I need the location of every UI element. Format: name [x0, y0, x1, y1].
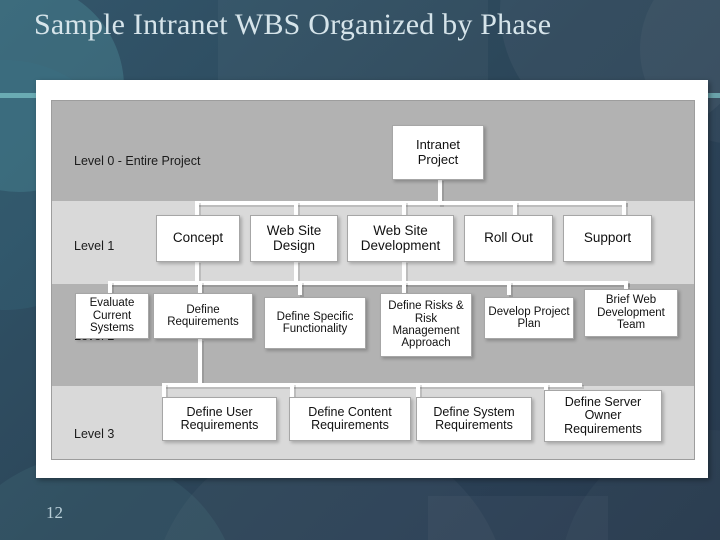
wbs-node-define-specific-functionality[interactable]: Define Specific Functionality	[264, 297, 366, 349]
wbs-node-define-content-requirements[interactable]: Define Content Requirements	[289, 397, 411, 441]
wbs-node-label: Define Requirements	[167, 303, 239, 328]
wbs-node-support[interactable]: Support	[563, 215, 652, 262]
wbs-node-label: Develop Project Plan	[488, 305, 570, 330]
wbs-node-develop-project-plan[interactable]: Develop Project Plan	[484, 297, 574, 339]
diagram-frame: Level 0 - Entire Project Level 1 Level 2…	[36, 80, 708, 478]
wbs-node-intranet-project[interactable]: Intranet Project	[392, 125, 484, 180]
wbs-node-label: Support	[583, 230, 632, 246]
level-label-level0: Level 0 - Entire Project	[74, 154, 201, 168]
wbs-node-label: Intranet Project	[415, 137, 461, 167]
wbs-node-roll-out[interactable]: Roll Out	[464, 215, 553, 262]
connector-level3-stub-3	[416, 383, 420, 397]
connector-level3-stub-1	[162, 383, 166, 397]
wbs-node-define-requirements[interactable]: Define Requirements	[153, 293, 253, 339]
level-label-level1: Level 1	[74, 239, 115, 253]
wbs-node-brief-web-development-team[interactable]: Brief Web Development Team	[584, 289, 678, 337]
background-rect-bottom	[428, 496, 608, 540]
level-band-level0	[52, 101, 694, 201]
wbs-node-label: Define Specific Functionality	[276, 310, 354, 335]
wbs-diagram: Level 0 - Entire Project Level 1 Level 2…	[51, 100, 695, 460]
wbs-node-label: Web Site Development	[360, 222, 441, 253]
slide-title: Sample Intranet WBS Organized by Phase	[34, 8, 552, 41]
wbs-node-label: Evaluate Current Systems	[89, 297, 135, 335]
connector-level2-stub-5	[507, 281, 511, 295]
wbs-node-label: Brief Web Development Team	[597, 294, 665, 332]
wbs-node-web-site-development[interactable]: Web Site Development	[347, 215, 454, 262]
connector-level2-bus	[108, 281, 628, 285]
wbs-node-define-server-owner-requirements[interactable]: Define Server Owner Requirements	[544, 390, 662, 442]
wbs-node-label: Define Content Requirements	[308, 404, 392, 432]
wbs-node-label: Roll Out	[484, 230, 533, 246]
connector-level3-stub-2	[290, 383, 294, 397]
wbs-node-label: Define System Requirements	[433, 404, 515, 432]
wbs-node-define-risks[interactable]: Define Risks & Risk Management Approach	[380, 293, 472, 357]
slide-number: 12	[46, 503, 63, 522]
wbs-node-define-system-requirements[interactable]: Define System Requirements	[416, 397, 532, 441]
wbs-node-label: Concept	[172, 230, 224, 246]
wbs-node-define-user-requirements[interactable]: Define User Requirements	[162, 397, 277, 441]
wbs-node-web-site-design[interactable]: Web Site Design	[250, 215, 338, 262]
level-label-level3: Level 3	[74, 427, 115, 441]
connector-requirements-drop	[198, 339, 202, 385]
wbs-node-evaluate-current-systems[interactable]: Evaluate Current Systems	[75, 293, 149, 339]
wbs-node-concept[interactable]: Concept	[156, 215, 240, 262]
presentation-slide: Sample Intranet WBS Organized by Phase 1…	[0, 0, 720, 540]
connector-level2-stub-3	[298, 281, 302, 295]
connector-level1-bus	[195, 201, 626, 205]
wbs-node-label: Define User Requirements	[180, 404, 259, 432]
wbs-node-label: Define Server Owner Requirements	[564, 394, 642, 436]
connector-level3-bus	[162, 383, 582, 387]
wbs-node-label: Web Site Design	[266, 222, 322, 253]
wbs-node-label: Define Risks & Risk Management Approach	[388, 300, 464, 350]
